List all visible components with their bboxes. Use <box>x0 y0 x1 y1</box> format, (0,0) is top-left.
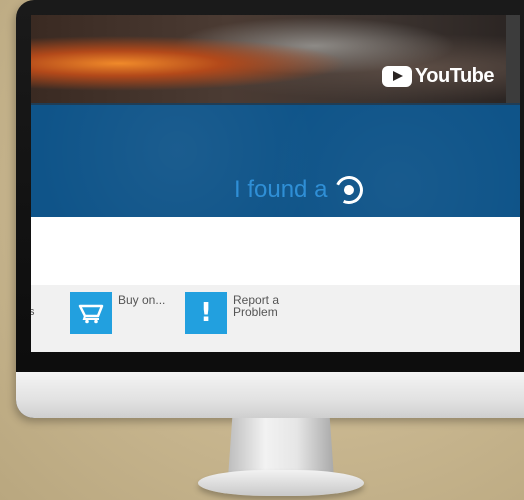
monitor-base <box>198 470 364 496</box>
truncated-action-label: s <box>31 306 35 318</box>
youtube-play-icon <box>381 66 412 87</box>
found-text: I found a <box>234 176 328 203</box>
report-problem-label: Report a Problem <box>233 293 280 319</box>
youtube-logo[interactable]: YouTube <box>381 65 495 88</box>
content-area <box>31 217 520 285</box>
monitor-stand <box>228 418 334 478</box>
monitor-screen: YouTube I found a s Buy on... ! Report a… <box>31 15 520 352</box>
found-headline: I found a <box>234 172 368 208</box>
youtube-wordmark: YouTube <box>414 65 495 87</box>
video-edge <box>506 15 520 103</box>
monitor-chin <box>16 372 524 418</box>
shopping-cart-icon <box>70 292 112 334</box>
buy-on-label: Buy on... <box>118 293 166 307</box>
circle-target-icon <box>331 172 368 208</box>
buy-on-button[interactable]: Buy on... <box>70 292 188 334</box>
report-problem-button[interactable]: ! Report a Problem <box>185 292 303 334</box>
exclamation-icon: ! <box>185 292 227 334</box>
video-thumbnail[interactable] <box>31 15 520 103</box>
